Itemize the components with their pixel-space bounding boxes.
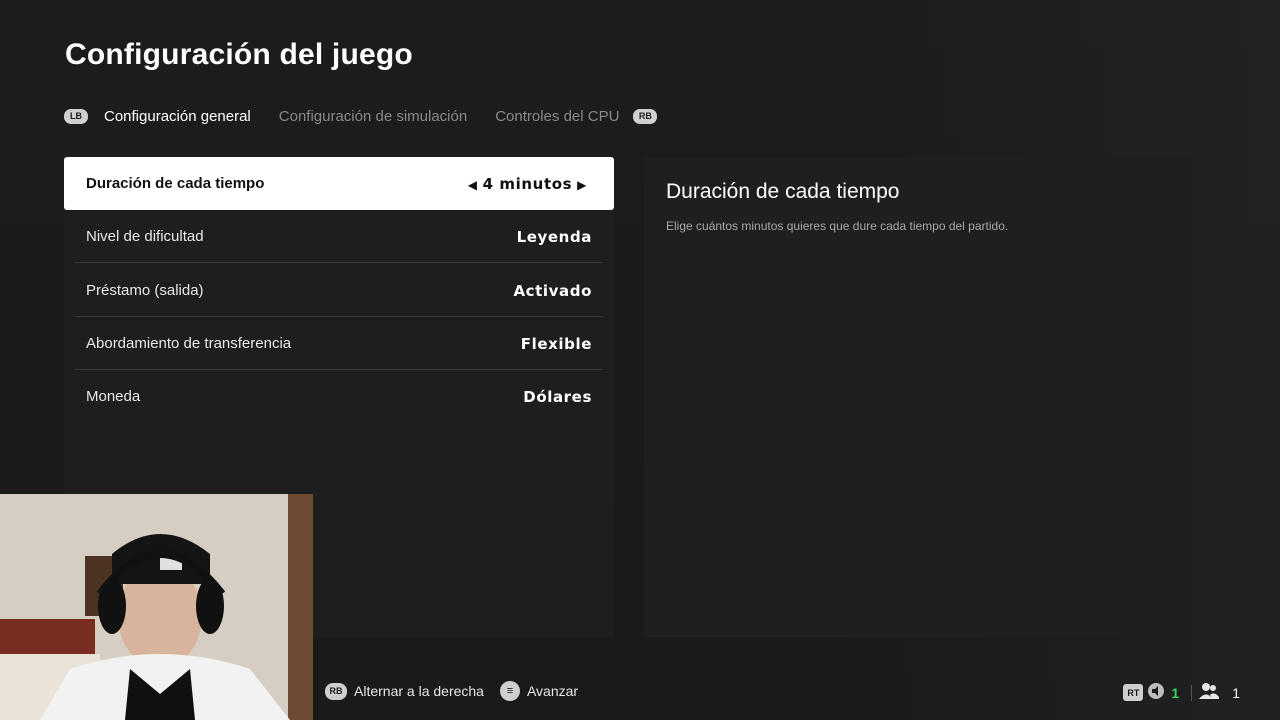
voice-count: 1 (1171, 684, 1180, 701)
setting-value: Leyenda (516, 227, 592, 246)
setting-row-half-length[interactable]: Duración de cada tiempo ◀ 4 minutos ▶ (64, 157, 614, 210)
rt-button-icon: RT (1123, 684, 1144, 701)
rb-button-icon: RB (325, 682, 347, 700)
setting-value: 4 minutos (482, 174, 573, 193)
hint-label: Avanzar (526, 683, 579, 699)
hint-advance[interactable]: ≡ Avanzar (499, 681, 579, 701)
setting-value: Activado (513, 281, 592, 300)
detail-panel: Duración de cada tiempo Elige cuántos mi… (644, 157, 1192, 637)
speaker-icon (1147, 682, 1165, 703)
webcam-overlay (0, 494, 313, 720)
setting-row-difficulty[interactable]: Nivel de dificultad Leyenda (64, 210, 614, 263)
game-settings-screen: Configuración del juego LB Configuración… (0, 0, 1280, 720)
row-divider (75, 262, 603, 263)
rb-button-icon[interactable]: RB (633, 108, 658, 124)
detail-description: Elige cuántos minutos quieres que dure c… (666, 219, 1009, 233)
setting-row-transfer-approach[interactable]: Abordamiento de transferencia Flexible (64, 317, 614, 370)
setting-label: Moneda (86, 388, 141, 405)
page-title: Configuración del juego (65, 38, 413, 71)
webcam-feed-image (0, 494, 313, 720)
status-separator (1191, 684, 1193, 701)
setting-value: Dólares (523, 387, 592, 406)
setting-row-currency[interactable]: Moneda Dólares (64, 370, 614, 423)
tab-general[interactable]: Configuración general (104, 108, 251, 125)
detail-title: Duración de cada tiempo (666, 180, 900, 203)
setting-label: Préstamo (salida) (86, 282, 204, 299)
setting-value-selector[interactable]: ◀ 4 minutos ▶ (463, 175, 592, 193)
tab-simulation[interactable]: Configuración de simulación (279, 108, 467, 125)
setting-label: Abordamiento de transferencia (86, 335, 292, 352)
setting-label: Nivel de dificultad (86, 228, 204, 245)
setting-row-loan[interactable]: Préstamo (salida) Activado (64, 264, 614, 317)
hint-label: Alternar a la derecha (354, 683, 484, 699)
setting-value: Flexible (520, 334, 592, 353)
setting-label: Duración de cada tiempo (86, 175, 265, 192)
menu-button-icon: ≡ (499, 681, 520, 701)
tab-cpu-controls[interactable]: Controles del CPU (495, 108, 619, 125)
footer-hints: RB Alternar a la derecha ≡ Avanzar (325, 681, 594, 701)
tab-bar: LB Configuración general Configuración d… (64, 104, 658, 128)
lb-button-icon[interactable]: LB (64, 108, 88, 124)
hint-toggle-right[interactable]: RB Alternar a la derecha (325, 682, 484, 700)
status-bar: RT 1 1 (1123, 682, 1240, 703)
arrow-right-icon[interactable]: ▶ (577, 178, 587, 192)
arrow-left-icon[interactable]: ◀ (468, 178, 478, 192)
players-count: 1 (1232, 684, 1240, 701)
players-icon (1198, 682, 1220, 703)
